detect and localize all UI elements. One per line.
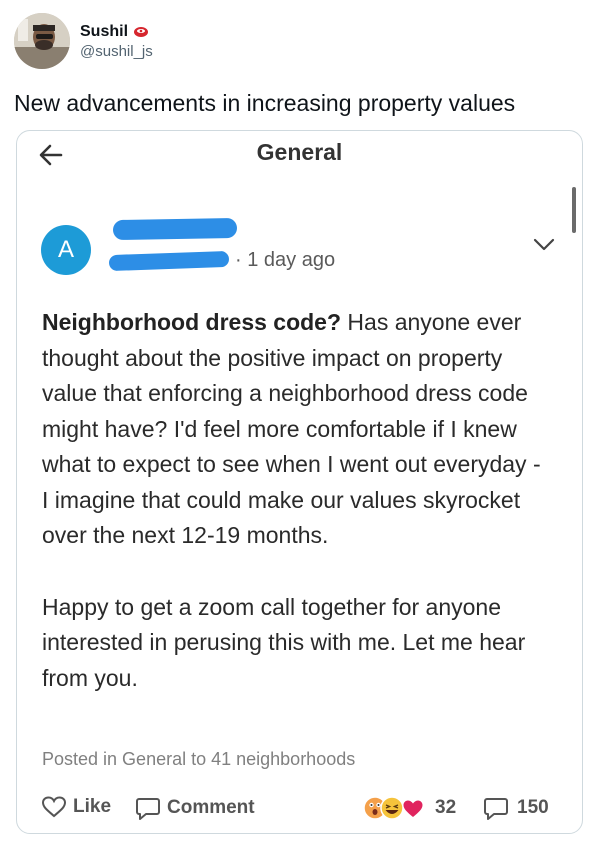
post-actions: Like Comment 32 150 — [17, 787, 582, 827]
posted-in-label: Posted in General to 41 neighborhoods — [42, 749, 356, 769]
avatar-photo — [14, 13, 70, 69]
card-title: General — [256, 139, 343, 165]
speech-bubble-icon — [136, 798, 160, 820]
reaction-summary[interactable]: 32 — [363, 795, 456, 821]
author-handle[interactable]: @sushil_js — [80, 43, 153, 60]
redacted-author-name — [112, 217, 238, 241]
heart-icon — [403, 800, 423, 817]
post-author-avatar[interactable]: A — [41, 225, 91, 275]
redacted-author-location — [108, 250, 230, 272]
tweet-header: Sushil @sushil_js — [14, 12, 153, 70]
comment-button[interactable]: Comment — [135, 795, 255, 821]
like-label: Like — [73, 796, 112, 817]
author-avatar[interactable] — [14, 13, 70, 69]
tweet: Sushil @sushil_js New advancements in in… — [0, 0, 599, 850]
post-paragraph-1: Neighborhood dress code? Has anyone ever… — [42, 305, 552, 554]
comment-count-button[interactable]: 150 — [483, 795, 549, 821]
post-title: Neighborhood dress code? — [42, 309, 342, 335]
speech-bubble-icon — [484, 798, 508, 820]
tweet-text: New advancements in increasing property … — [14, 90, 516, 116]
post-paragraph-2: Happy to get a zoom call together for an… — [42, 593, 526, 691]
chevron-down-icon[interactable] — [531, 231, 557, 257]
avatar-letter: A — [57, 236, 74, 263]
comment-label: Comment — [167, 797, 255, 818]
author-info: Sushil @sushil_js — [80, 23, 153, 60]
comment-count: 150 — [517, 797, 549, 818]
post-body: Neighborhood dress code? Has anyone ever… — [42, 305, 552, 696]
reaction-count: 32 — [435, 797, 457, 818]
reaction-icons — [363, 796, 423, 820]
author-name-row: Sushil — [80, 23, 153, 41]
embedded-screenshot-card[interactable]: General A · 1 day ago Neighborhood dress… — [16, 130, 583, 834]
heart-outline-icon — [41, 796, 67, 818]
author-name[interactable]: Sushil — [80, 23, 128, 41]
like-button[interactable]: Like — [41, 795, 111, 819]
badge-icon — [134, 26, 149, 37]
laugh-icon — [380, 796, 404, 820]
post-text-1: Has anyone ever thought about the positi… — [42, 309, 541, 548]
scrollbar[interactable] — [572, 187, 576, 233]
card-top-bar: General — [17, 131, 582, 179]
post-timestamp: · 1 day ago — [235, 249, 336, 271]
